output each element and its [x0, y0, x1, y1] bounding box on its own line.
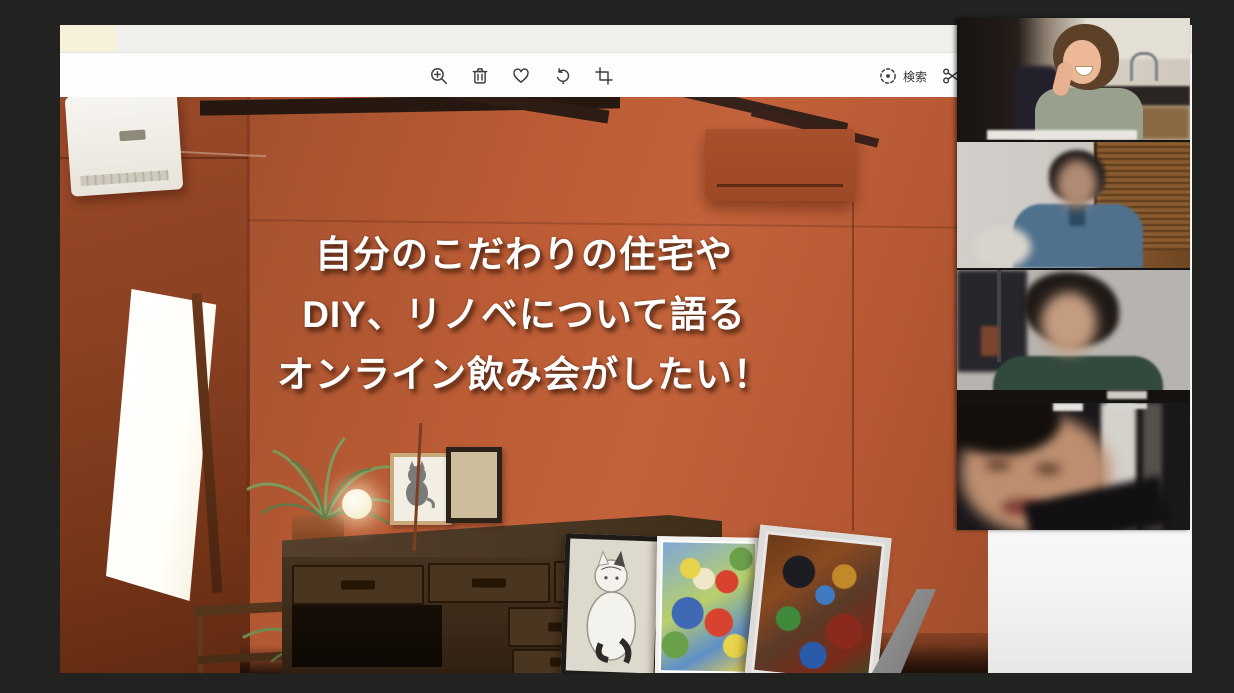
caption-line-1: 自分のこだわりの住宅や — [60, 225, 988, 285]
desk-open-shelf — [292, 605, 442, 667]
titlebar-cream-tab — [60, 25, 116, 52]
participant-video-1[interactable] — [957, 18, 1190, 140]
crop-icon[interactable] — [591, 63, 617, 89]
favorite-icon[interactable] — [508, 63, 534, 89]
desk-drawer — [428, 563, 550, 603]
participant-video-2[interactable] — [957, 142, 1190, 268]
zoom-icon[interactable] — [426, 63, 452, 89]
kitchen-faucet — [1130, 52, 1158, 81]
ball-lamp — [342, 489, 372, 519]
framed-colorful-art-1 — [655, 536, 761, 673]
participant-video-4[interactable] — [957, 403, 1190, 530]
shared-photo[interactable]: 自分のこだわりの住宅や DIY、リノベについて語る オンライン飲み会がしたい！ — [60, 97, 988, 673]
desk-drawer — [292, 565, 424, 605]
photo-caption-overlay: 自分のこだわりの住宅や DIY、リノベについて語る オンライン飲み会がしたい！ — [60, 225, 988, 405]
participant-video-3[interactable] — [957, 270, 1190, 401]
framed-white-cat-art — [561, 533, 664, 673]
framed-colorful-art-2 — [744, 525, 891, 673]
caption-line-3: オンライン飲み会がしたい！ — [60, 345, 988, 405]
air-conditioner-white — [65, 97, 184, 197]
framed-cat-drawing-small — [390, 453, 452, 525]
caption-line-2: DIY、リノベについて語る — [60, 285, 988, 345]
framed-paper — [446, 447, 502, 523]
participant-strip — [957, 18, 1190, 530]
air-conditioner-painted — [705, 129, 855, 201]
visual-search-button[interactable]: 検索 — [878, 63, 927, 89]
delete-icon[interactable] — [467, 63, 493, 89]
visual-search-label: 検索 — [903, 68, 927, 85]
rotate-icon[interactable] — [550, 63, 576, 89]
